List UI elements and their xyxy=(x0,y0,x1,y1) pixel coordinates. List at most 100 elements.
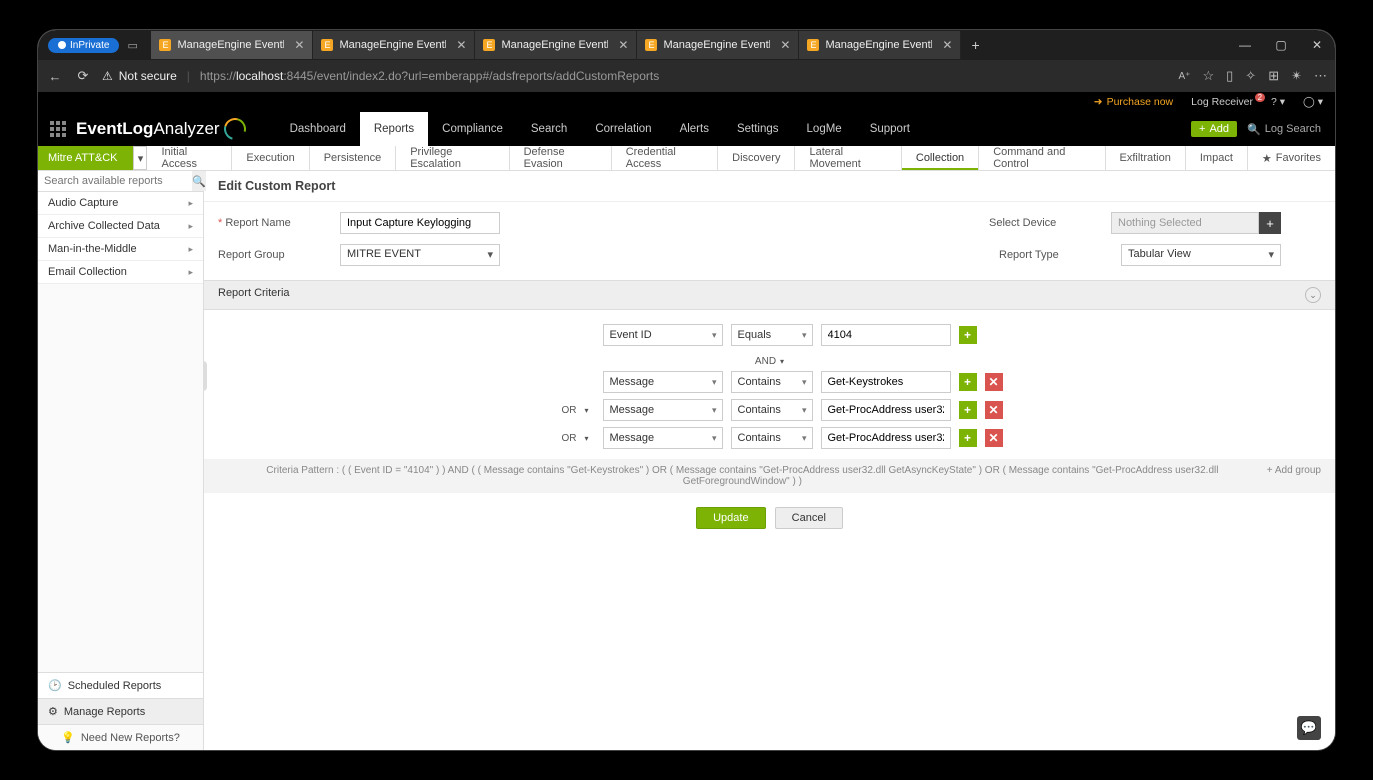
criteria-value-input[interactable] xyxy=(821,427,951,449)
favorites-link[interactable]: ★ Favorites xyxy=(1248,146,1335,170)
nav-logme[interactable]: LogMe xyxy=(793,112,856,146)
browser-tab[interactable]: EManageEngine Eventlog Analyze✕ xyxy=(799,31,961,59)
select-device-input[interactable] xyxy=(1111,212,1259,234)
tab-close-icon[interactable]: ✕ xyxy=(776,38,790,52)
chevron-down-icon[interactable]: ▾ xyxy=(585,434,595,443)
browser-tab[interactable]: EManageEngine Eventlog Analyze✕ xyxy=(313,31,475,59)
subnav-lateral-movement[interactable]: Lateral Movement xyxy=(795,146,901,170)
report-name-input[interactable] xyxy=(340,212,500,234)
add-group-button[interactable]: + Add group xyxy=(1267,465,1321,487)
criteria-value-input[interactable] xyxy=(821,399,951,421)
text-size-icon[interactable]: A⁺ xyxy=(1179,71,1191,82)
update-button[interactable]: Update xyxy=(696,507,765,529)
subnav-defense-evasion[interactable]: Defense Evasion xyxy=(510,146,612,170)
tab-close-icon[interactable]: ✕ xyxy=(938,38,952,52)
security-indicator[interactable]: ⚠ Not secure xyxy=(102,69,177,83)
add-button[interactable]: + Add xyxy=(1191,121,1237,137)
add-criteria-button[interactable]: + xyxy=(959,401,977,419)
or-label[interactable]: OR xyxy=(537,405,577,416)
tab-close-icon[interactable]: ✕ xyxy=(290,38,304,52)
or-label[interactable]: OR xyxy=(537,433,577,444)
window-min-icon[interactable]: — xyxy=(1227,38,1263,52)
extensions-icon[interactable]: ⊞ xyxy=(1268,68,1279,84)
subnav-collection[interactable]: Collection xyxy=(902,146,979,170)
browser-tab[interactable]: EManageEngine Eventlog Analyze✕ xyxy=(151,31,313,59)
url-display[interactable]: https://localhost:8445/event/index2.do?u… xyxy=(200,69,1169,83)
log-search-link[interactable]: 🔍 Log Search xyxy=(1247,123,1321,136)
sidebar-item[interactable]: Man-in-the-Middle▸ xyxy=(38,238,203,261)
subnav-privilege-escalation[interactable]: Privilege Escalation xyxy=(396,146,509,170)
window-max-icon[interactable]: ▢ xyxy=(1263,38,1299,52)
nav-correlation[interactable]: Correlation xyxy=(581,112,665,146)
sidebar-search-input[interactable] xyxy=(38,171,192,191)
help-icon[interactable]: ? ▾ xyxy=(1271,96,1285,108)
app-grid-icon[interactable] xyxy=(50,121,66,137)
sidebar-item[interactable]: Archive Collected Data▸ xyxy=(38,215,203,238)
tab-close-icon[interactable]: ✕ xyxy=(452,38,466,52)
scheduled-reports-link[interactable]: 🕑 Scheduled Reports xyxy=(38,672,203,698)
back-icon[interactable]: ← xyxy=(46,69,64,84)
nav-search[interactable]: Search xyxy=(517,112,581,146)
sidebar-item[interactable]: Audio Capture▸ xyxy=(38,192,203,215)
collapse-icon[interactable]: ⌄ xyxy=(1305,287,1321,303)
cancel-button[interactable]: Cancel xyxy=(775,507,843,529)
browser-tab[interactable]: EManageEngine Eventlog Analyze✕ xyxy=(475,31,637,59)
subnav-initial-access[interactable]: Initial Access xyxy=(147,146,232,170)
window-close-icon[interactable]: ✕ xyxy=(1299,38,1335,52)
add-criteria-button[interactable]: + xyxy=(959,429,977,447)
criteria-op-select[interactable]: Equals xyxy=(731,324,813,346)
nav-compliance[interactable]: Compliance xyxy=(428,112,517,146)
nav-alerts[interactable]: Alerts xyxy=(666,112,723,146)
report-type-select[interactable]: Tabular View xyxy=(1121,244,1281,266)
chevron-down-icon[interactable]: ▾ xyxy=(585,406,595,415)
criteria-op-select[interactable]: Contains xyxy=(731,399,813,421)
nav-settings[interactable]: Settings xyxy=(723,112,793,146)
subnav-impact[interactable]: Impact xyxy=(1186,146,1248,170)
criteria-op-select[interactable]: Contains xyxy=(731,371,813,393)
new-tab-button[interactable]: + xyxy=(961,37,989,53)
feedback-icon[interactable]: 💬 xyxy=(1297,716,1321,740)
menu-icon[interactable]: ⋯ xyxy=(1314,68,1327,84)
subnav-execution[interactable]: Execution xyxy=(232,146,309,170)
remove-criteria-button[interactable]: ✕ xyxy=(985,373,1003,391)
add-criteria-button[interactable]: + xyxy=(959,373,977,391)
tab-close-icon[interactable]: ✕ xyxy=(614,38,628,52)
subnav-command-and-control[interactable]: Command and Control xyxy=(979,146,1105,170)
collections-icon[interactable]: ✧ xyxy=(1245,68,1256,84)
remove-criteria-button[interactable]: ✕ xyxy=(985,429,1003,447)
sidebar-item[interactable]: Email Collection▸ xyxy=(38,261,203,284)
need-reports-link[interactable]: 💡 Need New Reports? xyxy=(38,724,203,750)
report-group-select[interactable]: MITRE EVENT xyxy=(340,244,500,266)
app-bar: EventLog Analyzer DashboardReportsCompli… xyxy=(38,112,1335,146)
favorite-icon[interactable]: ☆ xyxy=(1202,68,1214,84)
browser-tab[interactable]: EManageEngine Eventlog Analyze✕ xyxy=(637,31,799,59)
add-criteria-button[interactable]: + xyxy=(959,326,977,344)
nav-support[interactable]: Support xyxy=(856,112,924,146)
tab-overview-icon[interactable]: ▭ xyxy=(127,39,143,52)
manage-reports-link[interactable]: ⚙ Manage Reports xyxy=(38,698,203,724)
criteria-field-select[interactable]: Message xyxy=(603,427,723,449)
copilot-icon[interactable]: ✴ xyxy=(1291,68,1302,84)
mitre-dropdown[interactable]: Mitre ATT&CK ▾ xyxy=(38,146,147,170)
criteria-value-input[interactable] xyxy=(821,371,951,393)
criteria-value-input[interactable] xyxy=(821,324,951,346)
user-icon[interactable]: ◯ ▾ xyxy=(1303,96,1323,108)
subnav-credential-access[interactable]: Credential Access xyxy=(612,146,718,170)
subnav-exfiltration[interactable]: Exfiltration xyxy=(1106,146,1186,170)
sidebar-drag-handle[interactable] xyxy=(204,361,207,391)
add-device-button[interactable]: + xyxy=(1259,212,1281,234)
criteria-field-select[interactable]: Message xyxy=(603,371,723,393)
log-receiver-link[interactable]: Log Receiver2 xyxy=(1191,96,1253,108)
criteria-field-select[interactable]: Message xyxy=(603,399,723,421)
and-separator[interactable]: AND ▾ xyxy=(218,352,1321,371)
split-icon[interactable]: ▯ xyxy=(1226,68,1233,84)
criteria-field-select[interactable]: Event ID xyxy=(603,324,723,346)
subnav-persistence[interactable]: Persistence xyxy=(310,146,396,170)
purchase-link[interactable]: ➜ Purchase now xyxy=(1094,96,1173,108)
refresh-icon[interactable]: ⟳ xyxy=(74,68,92,84)
criteria-op-select[interactable]: Contains xyxy=(731,427,813,449)
remove-criteria-button[interactable]: ✕ xyxy=(985,401,1003,419)
nav-dashboard[interactable]: Dashboard xyxy=(276,112,360,146)
nav-reports[interactable]: Reports xyxy=(360,112,428,146)
subnav-discovery[interactable]: Discovery xyxy=(718,146,795,170)
